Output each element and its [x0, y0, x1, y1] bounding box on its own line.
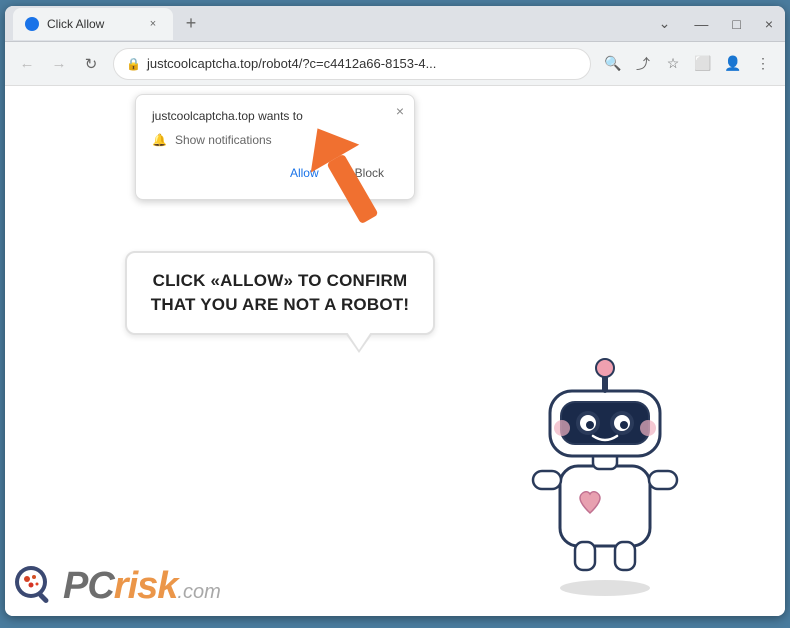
popup-description: Show notifications: [175, 133, 272, 147]
pcrisk-risk-text: risk: [114, 565, 178, 607]
close-button[interactable]: ×: [761, 14, 777, 34]
nav-icons-group: 🔍 ⤴ ☆ ⬜ 👤 ⋮: [599, 50, 777, 78]
bookmark-icon-btn[interactable]: ☆: [659, 50, 687, 78]
bell-icon: 🔔: [152, 133, 167, 147]
refresh-button[interactable]: ↻: [77, 50, 105, 78]
extension-icon-btn[interactable]: ⬜: [689, 50, 717, 78]
browser-window: Click Allow × + ⌄ — □ × ← → ↻ 🔒 justcool…: [5, 6, 785, 616]
back-button[interactable]: ←: [13, 50, 41, 78]
chevron-down-icon[interactable]: ⌄: [655, 13, 675, 34]
lock-icon: 🔒: [126, 57, 141, 71]
pcrisk-com-text: .com: [177, 581, 220, 603]
robot-svg: [505, 346, 705, 596]
arrow-container: [290, 116, 400, 241]
pcrisk-pc-text: PC: [63, 565, 114, 607]
tab-favicon: [25, 17, 39, 31]
share-icon-btn[interactable]: ⤴: [629, 50, 657, 78]
tab-close-btn[interactable]: ×: [145, 16, 161, 32]
pcrisk-brand-text: PCrisk.com: [63, 565, 221, 608]
speech-bubble: CLICK «ALLOW» TO CONFIRM THAT YOU ARE NO…: [125, 251, 435, 335]
more-options-btn[interactable]: ⋮: [749, 50, 777, 78]
pcrisk-logo-icon: [13, 564, 57, 608]
orange-arrow-icon: [290, 116, 400, 236]
browser-tab[interactable]: Click Allow ×: [13, 8, 173, 40]
title-bar: Click Allow × + ⌄ — □ ×: [5, 6, 785, 42]
tab-title: Click Allow: [47, 17, 137, 31]
search-icon-btn[interactable]: 🔍: [599, 50, 627, 78]
pcrisk-watermark: PCrisk.com: [13, 564, 221, 608]
forward-button[interactable]: →: [45, 50, 73, 78]
bubble-text: CLICK «ALLOW» TO CONFIRM THAT YOU ARE NO…: [145, 269, 415, 317]
window-controls: ⌄ — □ ×: [655, 13, 777, 34]
new-tab-button[interactable]: +: [177, 10, 205, 38]
navigation-bar: ← → ↻ 🔒 justcoolcaptcha.top/robot4/?c=c4…: [5, 42, 785, 86]
robot-illustration: [505, 346, 705, 596]
address-bar[interactable]: 🔒 justcoolcaptcha.top/robot4/?c=c4412a66…: [113, 48, 591, 80]
account-icon-btn[interactable]: 👤: [719, 50, 747, 78]
maximize-button[interactable]: □: [728, 14, 744, 34]
address-text: justcoolcaptcha.top/robot4/?c=c4412a66-8…: [147, 56, 578, 71]
minimize-button[interactable]: —: [690, 14, 712, 34]
page-content: × justcoolcaptcha.top wants to 🔔 Show no…: [5, 86, 785, 616]
